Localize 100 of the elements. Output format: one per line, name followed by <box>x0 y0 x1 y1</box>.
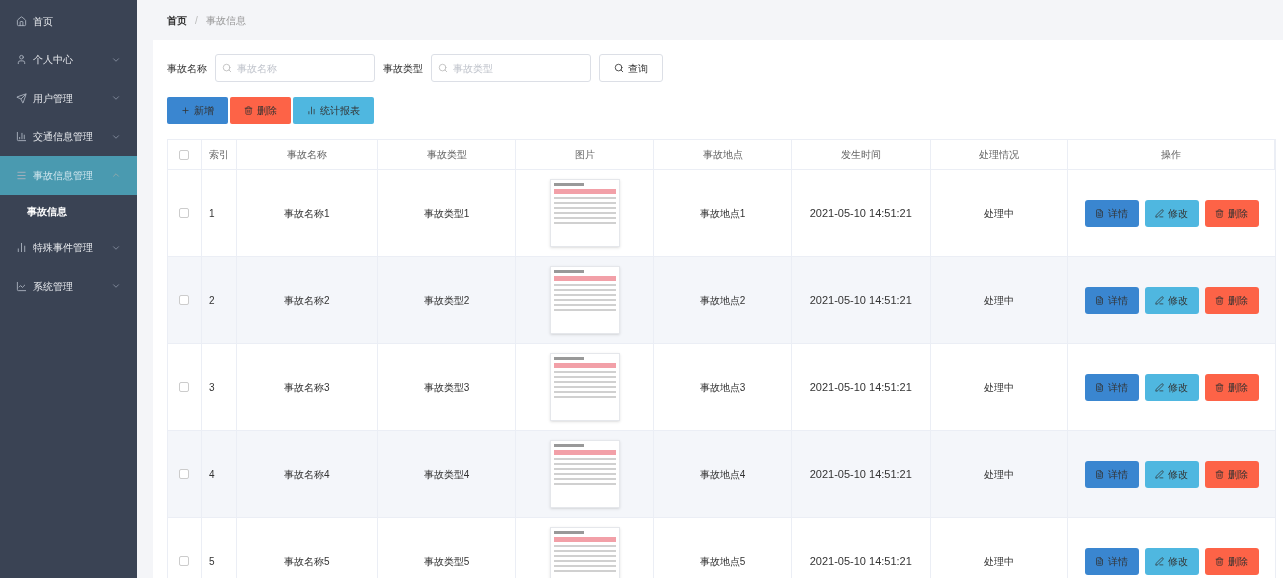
trash-icon <box>1215 295 1225 305</box>
field-label: 事故名称 <box>167 61 207 76</box>
row-action-button[interactable]: 修改 <box>1144 547 1199 575</box>
breadcrumb-separator: / <box>195 13 198 28</box>
row-action-button[interactable]: 修改 <box>1144 373 1199 401</box>
trash-icon <box>1215 208 1225 218</box>
table-cell-text: 1 <box>208 206 215 221</box>
column-header: 处理情况 <box>979 148 1019 162</box>
pen-icon <box>1155 469 1165 479</box>
table-cell-text: 2021-05-10 14:51:21 <box>809 466 912 482</box>
row-action-button[interactable]: 修改 <box>1144 460 1199 488</box>
sidebar-menu-item[interactable]: 特殊事件管理 <box>0 228 137 267</box>
toolbar-button[interactable]: 统计报表 <box>293 97 374 124</box>
table-cell-text: 5 <box>208 554 215 569</box>
thumbnail-image <box>549 353 620 421</box>
search-icon <box>614 63 624 73</box>
table-cell-text: 事故名称5 <box>284 554 330 569</box>
sidebar-menu-item[interactable]: 交通信息管理 <box>0 117 137 156</box>
table-cell-text: 事故类型1 <box>423 206 470 221</box>
submenu-item[interactable]: 事故信息 <box>0 194 137 229</box>
row-checkbox[interactable] <box>179 556 190 566</box>
table-cell-text: 4 <box>208 467 215 482</box>
thumbnail-image <box>549 440 620 508</box>
table-cell-text: 事故类型2 <box>423 293 470 308</box>
document-icon <box>1095 208 1105 218</box>
row-action-button[interactable]: 删除 <box>1204 199 1259 227</box>
table-cell-text: 2021-05-10 14:51:21 <box>809 553 912 569</box>
bar-chart-icon <box>307 106 316 115</box>
table-cell-text: 事故名称3 <box>284 380 330 395</box>
row-action-button[interactable]: 删除 <box>1204 373 1259 401</box>
breadcrumb-link[interactable]: 首页 <box>167 12 187 28</box>
pen-icon <box>1155 382 1165 392</box>
row-action-button[interactable]: 修改 <box>1144 286 1199 314</box>
table-cell-text: 3 <box>208 380 215 395</box>
toolbar-button[interactable]: 新增 <box>167 97 228 124</box>
toolbar-button[interactable]: 删除 <box>230 97 291 124</box>
search-field[interactable]: 事故名称 <box>215 54 375 82</box>
table-cell-text: 事故地点2 <box>699 293 746 308</box>
table-cell-text: 事故类型4 <box>423 467 470 482</box>
table-cell-text: 事故类型3 <box>423 380 470 395</box>
row-action-button[interactable]: 详情 <box>1084 373 1139 401</box>
table-cell-text: 2021-05-10 14:51:21 <box>809 379 912 395</box>
table-cell-text: 处理中 <box>984 554 1014 569</box>
sidebar-menu-item[interactable]: 用户管理 <box>0 79 137 118</box>
document-icon <box>1095 469 1105 479</box>
table-cell-text: 事故名称1 <box>284 206 330 221</box>
table-cell-text: 2021-05-10 14:51:21 <box>809 205 912 221</box>
sidebar-menu-item[interactable]: 个人中心 <box>0 40 137 79</box>
field-label: 事故类型 <box>383 61 423 76</box>
column-header: 发生时间 <box>840 148 881 162</box>
column-header: 事故地点 <box>702 148 743 162</box>
query-button[interactable]: 查询 <box>599 54 663 82</box>
row-checkbox[interactable] <box>179 382 190 392</box>
row-checkbox[interactable] <box>179 295 190 305</box>
search-icon <box>222 63 232 73</box>
table-cell-text: 处理中 <box>984 467 1014 482</box>
document-icon <box>1095 382 1105 392</box>
trash-icon <box>1215 382 1225 392</box>
column-header: 索引 <box>208 148 229 162</box>
row-action-button[interactable]: 修改 <box>1144 199 1199 227</box>
row-action-button[interactable]: 删除 <box>1204 460 1259 488</box>
row-action-button[interactable]: 详情 <box>1084 460 1139 488</box>
table-cell-text: 事故类型5 <box>423 554 470 569</box>
table-cell-text: 事故地点3 <box>699 380 746 395</box>
column-header: 事故类型 <box>426 148 467 162</box>
row-action-button[interactable]: 删除 <box>1204 547 1259 575</box>
table-cell-text: 事故地点5 <box>699 554 746 569</box>
trash-icon <box>1215 556 1225 566</box>
column-header: 图片 <box>574 148 595 162</box>
table-cell-text: 事故地点1 <box>699 206 746 221</box>
table-cell-text: 2 <box>208 293 215 308</box>
search-icon <box>438 63 448 73</box>
column-header: 事故名称 <box>286 148 327 162</box>
sidebar-menu-item[interactable]: 系统管理 <box>0 267 137 306</box>
thumbnail-image <box>549 179 620 247</box>
trash-icon <box>244 106 253 115</box>
row-action-button[interactable]: 详情 <box>1084 286 1139 314</box>
row-action-button[interactable]: 删除 <box>1204 286 1259 314</box>
trash-icon <box>1215 469 1225 479</box>
row-action-button[interactable]: 详情 <box>1084 199 1139 227</box>
table-cell-text: 处理中 <box>984 293 1014 308</box>
pen-icon <box>1155 556 1165 566</box>
row-checkbox[interactable] <box>179 208 190 218</box>
table-cell-text: 处理中 <box>984 380 1014 395</box>
pen-icon <box>1155 208 1165 218</box>
thumbnail-image <box>549 266 620 334</box>
table-cell-text: 处理中 <box>984 206 1014 221</box>
pen-icon <box>1155 295 1165 305</box>
document-icon <box>1095 556 1105 566</box>
column-header: 操作 <box>1161 148 1182 162</box>
table-cell-text: 事故名称4 <box>284 467 330 482</box>
select-all-checkbox[interactable] <box>179 149 190 160</box>
table-cell-text: 2021-05-10 14:51:21 <box>809 292 912 308</box>
row-action-button[interactable]: 详情 <box>1084 547 1139 575</box>
document-icon <box>1095 295 1105 305</box>
table-cell-text: 事故名称2 <box>284 293 330 308</box>
plus-icon <box>181 106 190 115</box>
table-cell-text: 事故地点4 <box>699 467 746 482</box>
row-checkbox[interactable] <box>179 469 190 479</box>
sidebar-menu-item[interactable]: 首页 <box>0 2 137 41</box>
